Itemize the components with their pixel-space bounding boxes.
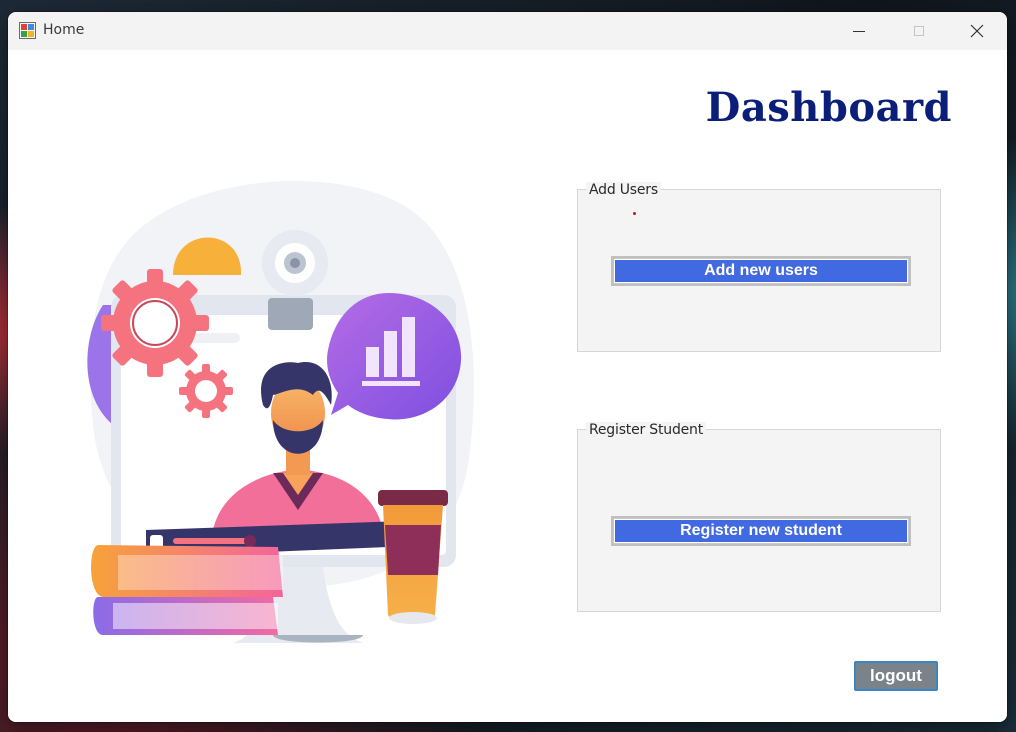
client-area: Dashboard Add Users Add new users Regist… [8, 50, 1007, 722]
add-users-legend: Add Users [586, 182, 661, 198]
red-dot-marker [633, 212, 636, 215]
small-gear-icon [179, 364, 233, 418]
add-users-group: Add Users Add new users [577, 182, 941, 352]
windows-form-icon [19, 22, 36, 39]
minimize-icon [853, 31, 865, 32]
maximize-button[interactable] [896, 12, 942, 50]
online-learning-illustration [87, 181, 475, 643]
close-button[interactable] [954, 12, 1000, 50]
coffee-cup [378, 490, 448, 624]
close-icon [970, 24, 984, 38]
books [91, 545, 284, 635]
dashboard-title: Dashboard [705, 84, 952, 131]
add-new-users-button[interactable]: Add new users [613, 258, 909, 284]
register-new-student-button[interactable]: Register new student [613, 518, 909, 544]
window-title: Home [43, 22, 85, 38]
app-window: Home Dashboard Add Users Add new users R… [8, 12, 1007, 722]
title-bar[interactable]: Home [8, 12, 1007, 50]
maximize-icon [914, 26, 924, 36]
gear-icon [101, 269, 209, 377]
logout-button[interactable]: logout [854, 661, 938, 691]
register-student-legend: Register Student [586, 422, 707, 438]
minimize-button[interactable] [836, 12, 882, 50]
register-student-group: Register Student Register new student [577, 422, 941, 612]
